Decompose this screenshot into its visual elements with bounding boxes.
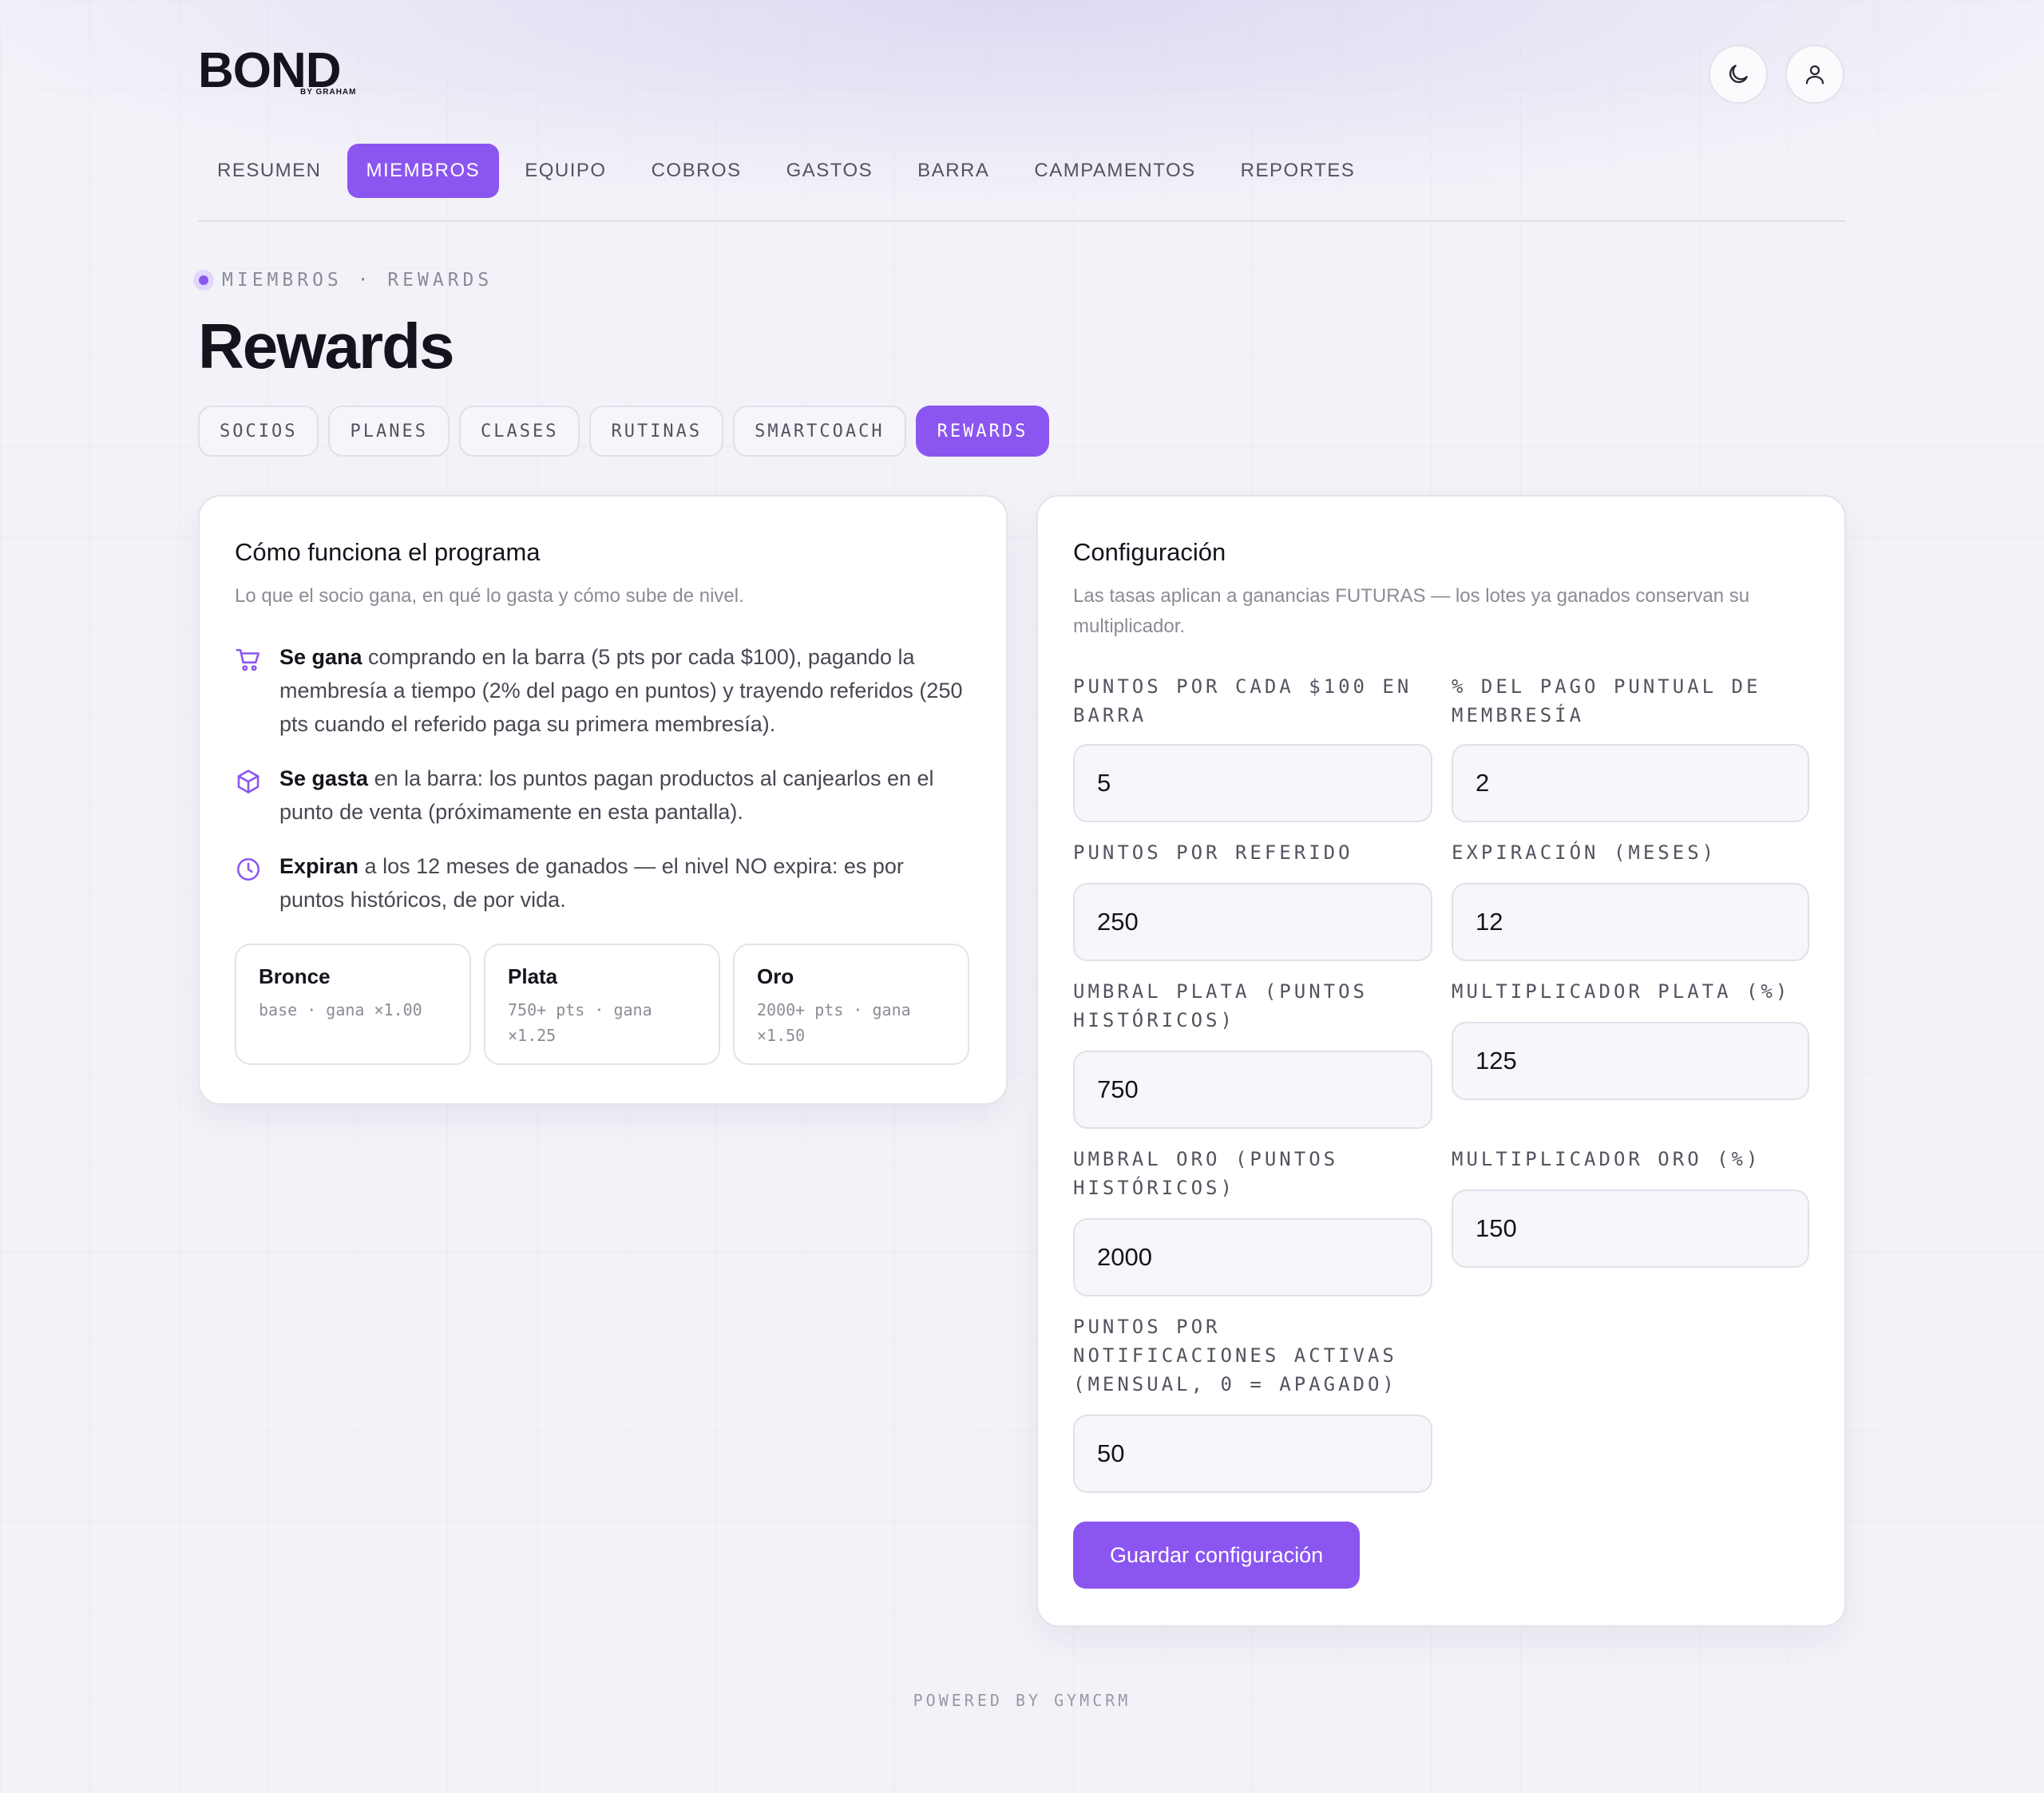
- gold-threshold-label: UMBRAL ORO (PUNTOS HISTÓRICOS): [1073, 1148, 1339, 1199]
- tab-rutinas[interactable]: RUTINAS: [589, 406, 724, 457]
- program-card: Cómo funciona el programa Lo que el soci…: [198, 495, 1008, 1105]
- nav-item-equipo[interactable]: EQUIPO: [505, 144, 625, 198]
- silver-threshold-label: UMBRAL PLATA (PUNTOS HISTÓRICOS): [1073, 980, 1368, 1031]
- nav-divider: [198, 220, 1846, 222]
- nav-item-barra[interactable]: BARRA: [898, 144, 1008, 198]
- punctual-pct-label: % DEL PAGO PUNTUAL DE MEMBRESÍA: [1452, 675, 1761, 726]
- rule-spend-body: en la barra: los puntos pagan productos …: [279, 766, 934, 824]
- program-title: Cómo funciona el programa: [235, 538, 541, 566]
- config-subtitle: Las tasas aplican a ganancias FUTURAS — …: [1073, 585, 1750, 637]
- expiration-input[interactable]: [1452, 883, 1809, 961]
- notif-points-input[interactable]: [1073, 1415, 1432, 1493]
- logo-subtitle: BY GRAHAM: [300, 88, 357, 97]
- tab-smartcoach[interactable]: SMARTCOACH: [733, 406, 906, 457]
- tier-desc: base · gana ×1.00: [259, 1000, 422, 1019]
- rule-spend-bold: Se gasta: [279, 766, 369, 790]
- footer-credit: POWERED BY GYMCRM: [913, 1691, 1131, 1710]
- brand-logo[interactable]: BOND BY GRAHAM: [198, 46, 374, 102]
- gold-threshold-input[interactable]: [1073, 1218, 1432, 1296]
- nav-item-campamentos[interactable]: CAMPAMENTOS: [1015, 144, 1214, 198]
- rule-earn-text: Se gana comprando en la barra (5 pts por…: [279, 640, 974, 741]
- clock-icon: [236, 857, 260, 881]
- expiration-label: EXPIRACIÓN (MESES): [1452, 841, 1717, 864]
- tier-card-plata: Plata 750+ pts · gana ×1.25: [484, 944, 720, 1065]
- bar-points-input[interactable]: [1073, 744, 1432, 822]
- save-config-button[interactable]: Guardar configuración: [1073, 1522, 1361, 1589]
- breadcrumb: MIEMBROS · REWARDS: [193, 270, 493, 291]
- config-title: Configuración: [1073, 538, 1226, 566]
- referral-points-label: PUNTOS POR REFERIDO: [1073, 841, 1353, 864]
- nav-item-miembros[interactable]: MIEMBROS: [347, 144, 500, 198]
- config-card: Configuración Las tasas aplican a gananc…: [1036, 495, 1846, 1627]
- rule-expire-bold: Expiran: [279, 854, 359, 878]
- tab-socios[interactable]: SOCIOS: [198, 406, 319, 457]
- page-title: Rewards: [198, 311, 454, 382]
- tier-list: Bronce base · gana ×1.00 Plata 750+ pts …: [235, 944, 969, 1065]
- tier-card-oro: Oro 2000+ pts · gana ×1.50: [733, 944, 969, 1065]
- program-subtitle: Lo que el socio gana, en qué lo gasta y …: [235, 585, 744, 607]
- rule-expire-text: Expiran a los 12 meses de ganados — el n…: [279, 849, 974, 916]
- gold-mult-label: MULTIPLICADOR ORO (%): [1452, 1148, 1761, 1170]
- profile-button[interactable]: [1785, 45, 1844, 104]
- rule-expire: Expiran a los 12 meses de ganados — el n…: [235, 849, 974, 916]
- moon-icon: [1729, 65, 1748, 83]
- silver-threshold-input[interactable]: [1073, 1051, 1432, 1129]
- box-icon: [237, 770, 259, 794]
- tab-planes[interactable]: PLANES: [328, 406, 450, 457]
- rule-earn-body: comprando en la barra (5 pts por cada $1…: [279, 645, 963, 736]
- nav-item-reportes[interactable]: REPORTES: [1222, 144, 1375, 198]
- tier-name: Plata: [508, 964, 558, 988]
- breadcrumb-dot-icon: [193, 270, 214, 291]
- tab-clases[interactable]: CLASES: [458, 406, 580, 457]
- rule-expire-body: a los 12 meses de ganados — el nivel NO …: [279, 854, 904, 912]
- user-icon: [1805, 65, 1824, 85]
- main-nav: RESUMEN MIEMBROS EQUIPO COBROS GASTOS BA…: [198, 144, 1374, 198]
- tier-card-bronce: Bronce base · gana ×1.00: [235, 944, 471, 1065]
- silver-mult-label: MULTIPLICADOR PLATA (%): [1452, 980, 1791, 1003]
- nav-item-resumen[interactable]: RESUMEN: [198, 144, 341, 198]
- tier-name: Oro: [757, 964, 794, 988]
- rule-spend: Se gasta en la barra: los puntos pagan p…: [235, 762, 974, 829]
- rule-earn-bold: Se gana: [279, 645, 362, 669]
- tab-rewards[interactable]: REWARDS: [915, 406, 1050, 457]
- rule-spend-text: Se gasta en la barra: los puntos pagan p…: [279, 762, 974, 829]
- cart-icon: [236, 648, 260, 671]
- nav-item-cobros[interactable]: COBROS: [632, 144, 761, 198]
- referral-points-input[interactable]: [1073, 883, 1432, 961]
- tier-desc: 2000+ pts · gana ×1.50: [757, 1000, 911, 1045]
- silver-mult-input[interactable]: [1452, 1022, 1809, 1100]
- tier-name: Bronce: [259, 964, 331, 988]
- bar-points-label: PUNTOS POR CADA $100 EN BARRA: [1073, 675, 1412, 726]
- nav-item-gastos[interactable]: GASTOS: [767, 144, 893, 198]
- rule-earn: Se gana comprando en la barra (5 pts por…: [235, 640, 974, 741]
- notif-points-label: PUNTOS POR NOTIFICACIONES ACTIVAS (MENSU…: [1073, 1316, 1397, 1395]
- punctual-pct-input[interactable]: [1452, 744, 1809, 822]
- gold-mult-input[interactable]: [1452, 1189, 1809, 1268]
- breadcrumb-text: MIEMBROS · REWARDS: [222, 270, 493, 291]
- tier-desc: 750+ pts · gana ×1.25: [508, 1000, 652, 1045]
- theme-toggle-button[interactable]: [1709, 45, 1768, 104]
- section-tabs: SOCIOS PLANES CLASES RUTINAS SMARTCOACH …: [198, 406, 1050, 457]
